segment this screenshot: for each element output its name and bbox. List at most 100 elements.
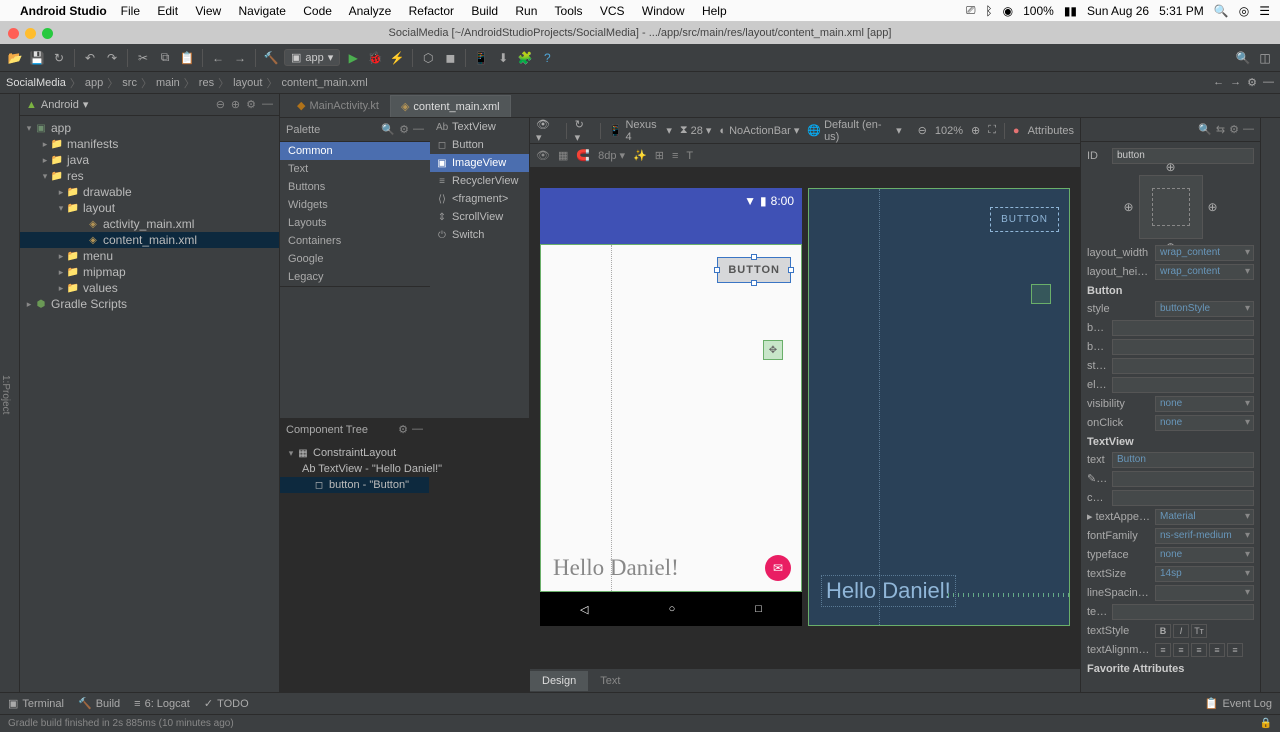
ct-root[interactable]: ▾▦ConstraintLayout: [280, 445, 429, 461]
tree-gradle[interactable]: ▸⬢Gradle Scripts: [20, 296, 279, 312]
palette-cat-layouts[interactable]: Layouts: [280, 214, 430, 232]
search-icon[interactable]: 🔍: [1234, 49, 1252, 67]
autoconnect-icon[interactable]: 🧲: [576, 149, 590, 162]
crumb-app[interactable]: app: [85, 77, 103, 89]
palette-cat-buttons[interactable]: Buttons: [280, 178, 430, 196]
settings-split-icon[interactable]: ◫: [1256, 49, 1274, 67]
align-left[interactable]: ≡: [1173, 643, 1189, 657]
design-surface-icon[interactable]: ▦: [558, 149, 568, 162]
menu-file[interactable]: File: [121, 4, 140, 18]
menu-help[interactable]: Help: [702, 4, 727, 18]
attr-id-input[interactable]: [1112, 148, 1254, 164]
bp-button[interactable]: BUTTON: [990, 207, 1059, 232]
tab-content-main[interactable]: ◈content_main.xml: [390, 95, 511, 117]
tree-content-main[interactable]: ◈content_main.xml: [20, 232, 279, 248]
bottom-eventlog[interactable]: 📋 Event Log: [1205, 697, 1272, 710]
tree-app[interactable]: ▾▣app: [20, 120, 279, 136]
ct-textview[interactable]: Ab TextView - "Hello Daniel!": [280, 461, 429, 477]
battery-pct[interactable]: 100%: [1023, 4, 1054, 18]
expand-icon[interactable]: ⊕: [231, 98, 240, 111]
undo-icon[interactable]: ↶: [81, 49, 99, 67]
attr-background-input[interactable]: [1112, 320, 1254, 336]
zoom-fit-button[interactable]: ⛶: [988, 124, 996, 137]
constraint-widget[interactable]: ⊕ ⊕ ⊕ ⊕: [1139, 175, 1203, 239]
guideline-icon[interactable]: T: [686, 150, 693, 162]
view-mode-selector[interactable]: 👁 ▾: [536, 118, 558, 144]
constraint-right-plus[interactable]: ⊕: [1207, 200, 1217, 214]
crumb-src[interactable]: src: [122, 77, 137, 89]
tab-main-activity[interactable]: ◆MainActivity.kt: [286, 94, 390, 117]
attr-elevation-input[interactable]: [1112, 377, 1254, 393]
layout-inspector-icon[interactable]: 🧩: [516, 49, 534, 67]
palette-item-imageview[interactable]: ▣ImageView: [430, 154, 529, 172]
bp-hello[interactable]: Hello Daniel!: [821, 575, 956, 607]
attr-linespacing-select[interactable]: [1155, 585, 1254, 601]
attrs-gear-icon[interactable]: ⚙: [1229, 123, 1239, 136]
hide-icon[interactable]: —: [1263, 76, 1274, 89]
textstyle-italic[interactable]: I: [1173, 624, 1189, 638]
palette-hide-icon[interactable]: —: [413, 123, 424, 136]
palette-item-scrollview[interactable]: ⇕ScrollView: [430, 208, 529, 226]
date[interactable]: Sun Aug 26: [1087, 4, 1149, 18]
theme-selector[interactable]: ◐ NoActionBar ▾: [719, 124, 799, 137]
forward-icon[interactable]: →: [231, 49, 249, 67]
back-icon[interactable]: ←: [209, 49, 227, 67]
crumb-res[interactable]: res: [199, 77, 214, 89]
palette-item-button[interactable]: ◻Button: [430, 136, 529, 154]
attr-width-select[interactable]: wrap_content: [1155, 245, 1254, 261]
device-imageview-drop[interactable]: ✥: [763, 340, 783, 360]
pack-icon[interactable]: ⊞: [655, 149, 664, 162]
wifi-icon[interactable]: ◉: [1003, 4, 1013, 18]
palette-cat-common[interactable]: Common: [280, 142, 430, 160]
collapse-icon[interactable]: ⊖: [216, 98, 225, 111]
notif-icon[interactable]: ☰: [1259, 4, 1270, 18]
debug-icon[interactable]: 🐞: [366, 49, 384, 67]
align-center[interactable]: ≡: [1191, 643, 1207, 657]
design-surface[interactable]: ▼ ▮ 8:00 BUTTON: [530, 168, 1080, 668]
attr-textappearance-select[interactable]: Material: [1155, 509, 1254, 525]
menu-edit[interactable]: Edit: [157, 4, 178, 18]
crumb-file[interactable]: content_main.xml: [281, 77, 367, 89]
hide-icon[interactable]: —: [262, 98, 273, 111]
menu-code[interactable]: Code: [303, 4, 332, 18]
menu-analyze[interactable]: Analyze: [349, 4, 392, 18]
tree-mipmap[interactable]: ▸📁mipmap: [20, 264, 279, 280]
constraint-left-plus[interactable]: ⊕: [1124, 200, 1134, 214]
help-icon[interactable]: ?: [538, 49, 556, 67]
palette-cat-text[interactable]: Text: [280, 160, 430, 178]
ct-hide-icon[interactable]: —: [412, 423, 423, 436]
pan-tool-icon[interactable]: 👁: [536, 149, 550, 162]
bottom-terminal[interactable]: ▣ Terminal: [8, 697, 64, 710]
palette-cat-widgets[interactable]: Widgets: [280, 196, 430, 214]
time[interactable]: 5:31 PM: [1159, 4, 1204, 18]
paste-icon[interactable]: 📋: [178, 49, 196, 67]
copy-icon[interactable]: ⧉: [156, 49, 174, 67]
device-hello-text[interactable]: Hello Daniel!: [553, 555, 679, 581]
textstyle-bold[interactable]: B: [1155, 624, 1171, 638]
handle-n[interactable]: [751, 254, 757, 260]
open-icon[interactable]: 📂: [6, 49, 24, 67]
orientation-selector[interactable]: ↻ ▾: [575, 118, 592, 144]
attr-text-input[interactable]: [1112, 452, 1254, 468]
bluetooth-icon[interactable]: ᛒ: [985, 4, 992, 18]
palette-gear-icon[interactable]: ⚙: [399, 123, 409, 136]
profile-icon[interactable]: ⚡: [388, 49, 406, 67]
device-fab[interactable]: ✉: [765, 555, 791, 581]
ct-button[interactable]: ◻button - "Button": [280, 477, 429, 493]
attr-fontfamily-select[interactable]: ns-serif-medium: [1155, 528, 1254, 544]
menu-view[interactable]: View: [195, 4, 221, 18]
tree-manifests[interactable]: ▸📁manifests: [20, 136, 279, 152]
tree-java[interactable]: ▸📁java: [20, 152, 279, 168]
menu-navigate[interactable]: Navigate: [239, 4, 286, 18]
tree-menu[interactable]: ▸📁menu: [20, 248, 279, 264]
palette-item-fragment[interactable]: ⟨⟩<fragment>: [430, 190, 529, 208]
gear-icon[interactable]: ⚙: [246, 98, 256, 111]
tree-layout[interactable]: ▾📁layout: [20, 200, 279, 216]
zoom-window-button[interactable]: [42, 28, 53, 39]
handle-s[interactable]: [751, 280, 757, 286]
bottom-build[interactable]: 🔨 Build: [78, 697, 120, 710]
menu-run[interactable]: Run: [515, 4, 537, 18]
attr-contentdescr-input[interactable]: [1112, 490, 1254, 506]
attr-textcolor-input[interactable]: [1112, 604, 1254, 620]
zoom-in-button[interactable]: ⊕: [971, 124, 980, 137]
